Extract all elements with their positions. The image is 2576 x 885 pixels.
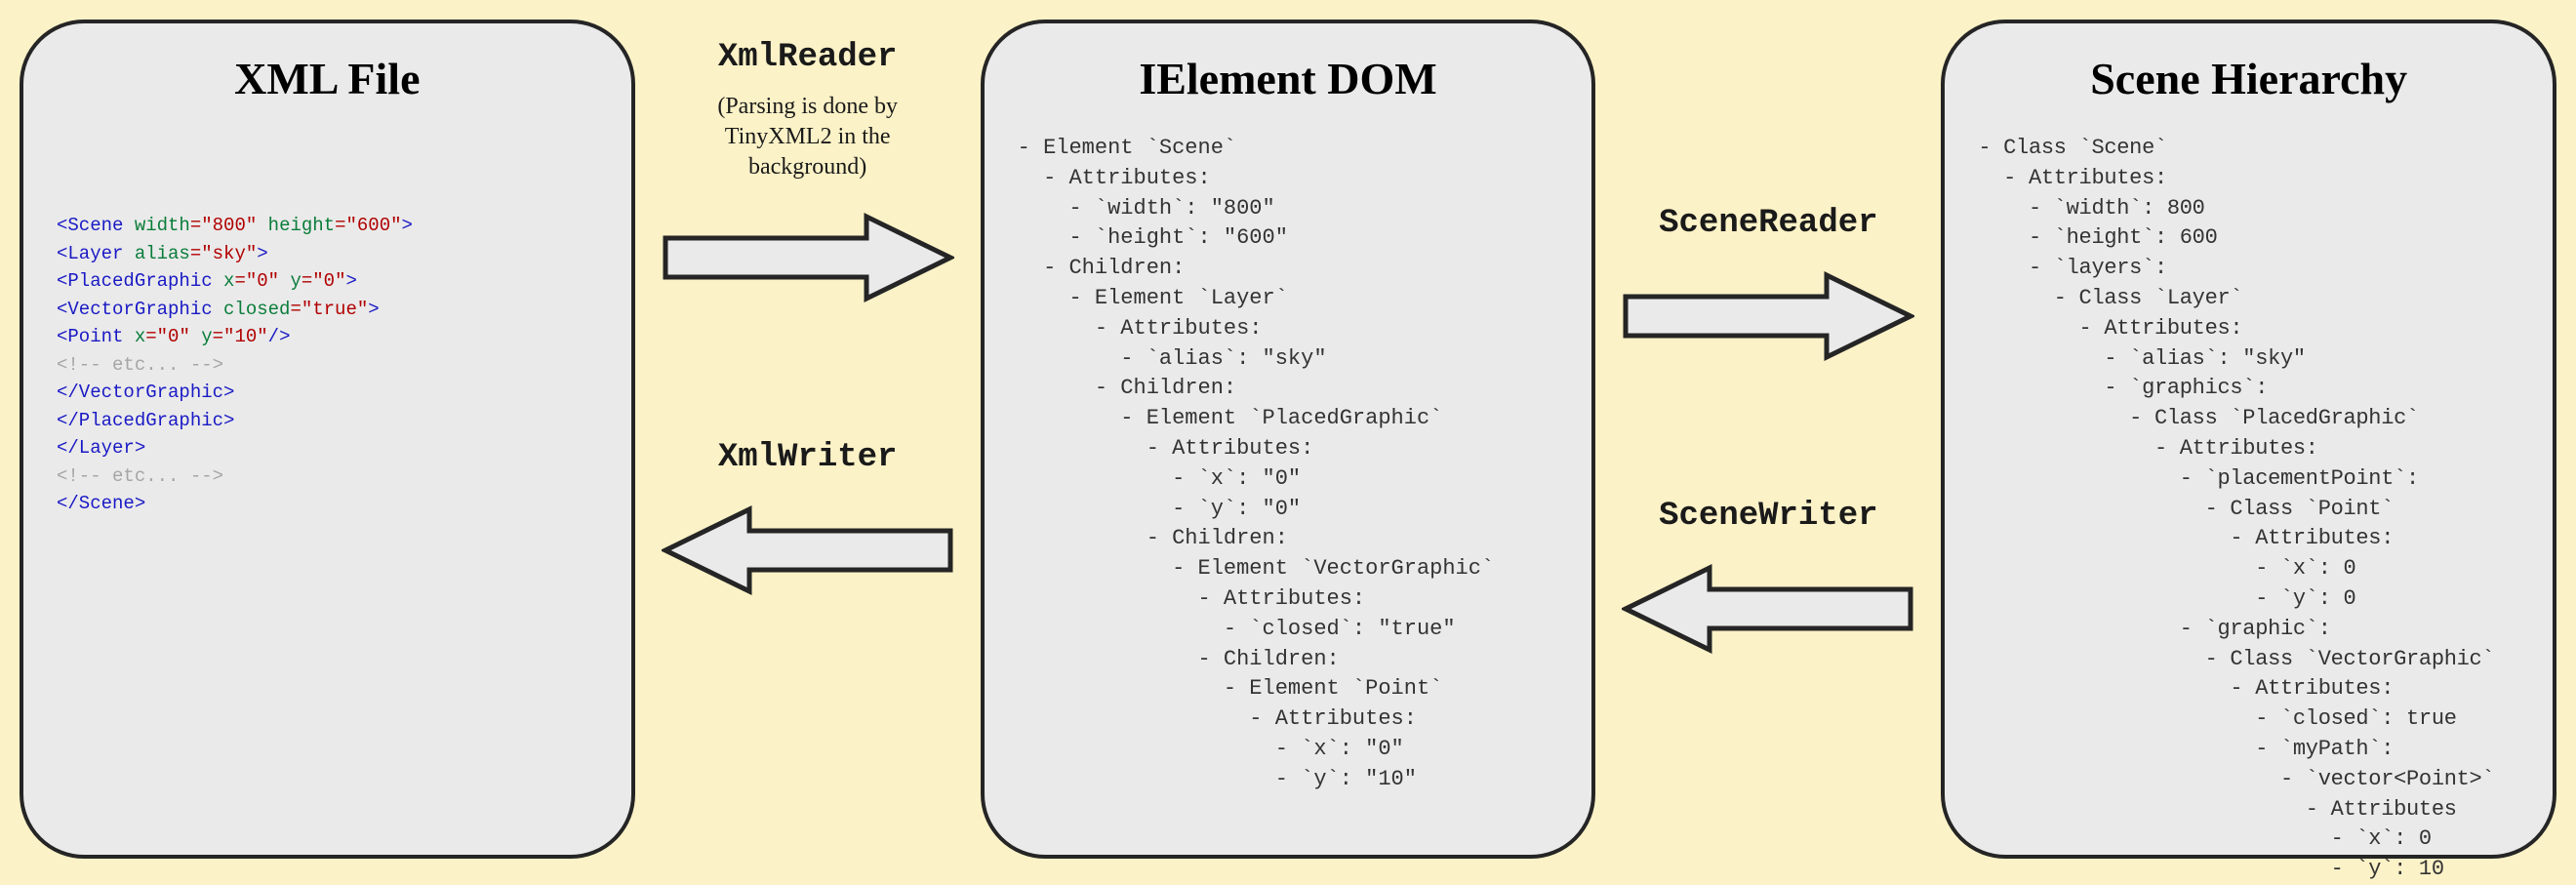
- scene-hierarchy-panel: Scene Hierarchy - Class `Scene` - Attrib…: [1941, 20, 2556, 859]
- dom-content: - Element `Scene` - Attributes: - `width…: [1018, 134, 1559, 795]
- xml-code-block: <Scene width="800" height="600"> <Layer …: [57, 212, 598, 518]
- ielement-dom-panel: IElement DOM - Element `Scene` - Attribu…: [981, 20, 1596, 859]
- xmlreader-label: XmlReader: [718, 39, 898, 76]
- scenereader-label: SceneReader: [1659, 205, 1877, 242]
- scene-title: Scene Hierarchy: [1978, 53, 2519, 104]
- scenewriter-label: SceneWriter: [1659, 498, 1877, 535]
- tinyxml-note: (Parsing is done by TinyXML2 in the back…: [671, 92, 945, 183]
- connector-xml-dom: XmlReader (Parsing is done by TinyXML2 i…: [635, 20, 981, 624]
- scene-content: - Class `Scene` - Attributes: - `width`:…: [1978, 134, 2519, 885]
- xml-title: XML File: [57, 53, 598, 104]
- dom-title: IElement DOM: [1018, 53, 1559, 104]
- arrow-right-icon: [662, 211, 954, 304]
- xmlwriter-label: XmlWriter: [718, 439, 898, 476]
- xml-file-panel: XML File <Scene width="800" height="600"…: [20, 20, 635, 859]
- arrow-left-icon: [662, 503, 954, 597]
- pipeline-diagram: XML File <Scene width="800" height="600"…: [20, 20, 2556, 861]
- connector-dom-scene: SceneReader SceneWriter: [1595, 20, 1941, 683]
- arrow-left-icon: [1622, 562, 1914, 656]
- arrow-right-icon: [1622, 269, 1914, 363]
